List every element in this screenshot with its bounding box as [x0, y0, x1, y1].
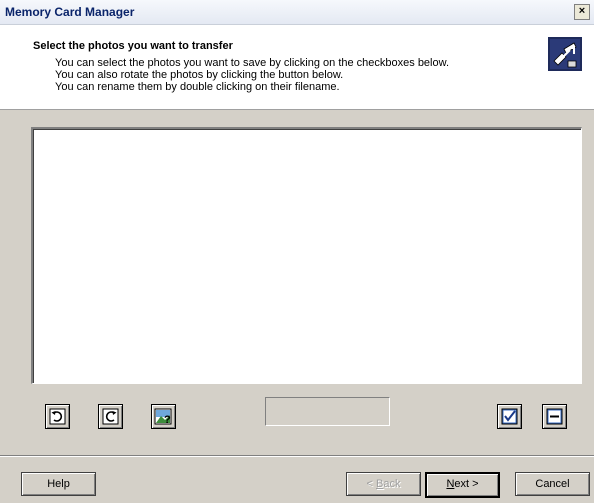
photo-list[interactable]: [31, 127, 582, 384]
header-title: Select the photos you want to transfer: [33, 40, 233, 52]
wizard-header: Select the photos you want to transfer Y…: [0, 25, 594, 110]
close-button[interactable]: ×: [574, 4, 590, 20]
rotate-left-button[interactable]: [45, 404, 70, 429]
instruction-line-select: You can select the photos you want to sa…: [55, 57, 450, 69]
rotate-right-icon: [102, 408, 119, 425]
status-field: [265, 397, 390, 426]
photo-help-icon: ?: [154, 408, 172, 426]
window-title: Memory Card Manager: [5, 5, 135, 19]
checkbox-checked-icon: [501, 408, 518, 425]
back-label-rest: ack: [383, 478, 401, 490]
title-bar[interactable]: Memory Card Manager ×: [0, 0, 594, 25]
rotate-left-icon: [49, 408, 66, 425]
footer-divider-highlight: [0, 456, 594, 457]
back-button[interactable]: < Back: [346, 472, 421, 496]
help-button[interactable]: Help: [21, 472, 96, 496]
instruction-line-rename: You can rename them by double clicking o…: [55, 81, 340, 93]
memory-card-manager-window: Memory Card Manager × Select the photos …: [0, 0, 594, 503]
svg-text:?: ?: [164, 414, 171, 426]
instruction-line-rotate: You can also rotate the photos by clicki…: [55, 69, 344, 81]
back-prefix: <: [366, 478, 376, 490]
next-label-rest: ext >: [454, 478, 479, 490]
cancel-button[interactable]: Cancel: [515, 472, 590, 496]
next-button[interactable]: Next >: [425, 472, 500, 498]
rotate-right-button[interactable]: [98, 404, 123, 429]
select-all-button[interactable]: [497, 404, 522, 429]
checkbox-clear-icon: [546, 408, 563, 425]
transfer-wizard-icon: [548, 37, 582, 71]
deselect-all-button[interactable]: [542, 404, 567, 429]
preview-photo-button[interactable]: ?: [151, 404, 176, 429]
